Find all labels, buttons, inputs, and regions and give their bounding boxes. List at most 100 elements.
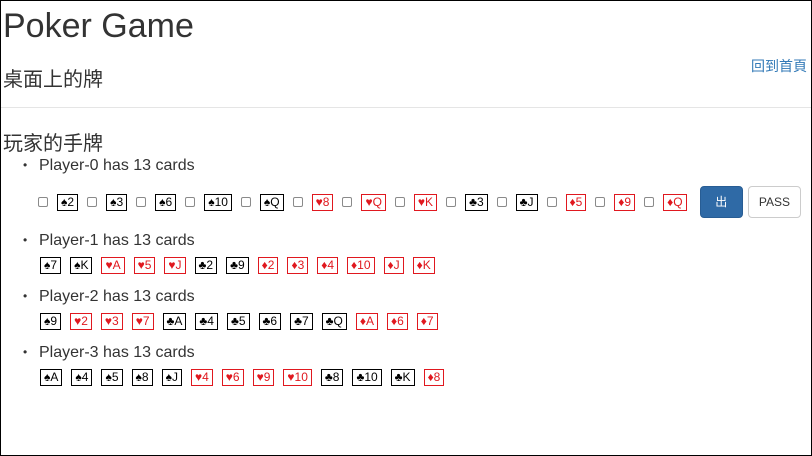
playing-card: ♣2 bbox=[194, 257, 218, 274]
playing-card: ♠K bbox=[70, 257, 93, 274]
player-hand: ♠2 ♠3 ♠6 ♠10 ♠Q ♥8 ♥Q ♥K ♣3 ♣J ♦5 ♦9 ♦Q 出牌 PASS bbox=[38, 186, 801, 239]
playing-card[interactable]: ♦5 bbox=[565, 193, 587, 211]
card-slot: ♣A bbox=[162, 313, 196, 330]
playing-card: ♠5 bbox=[101, 369, 123, 386]
card-slot: ♣7 bbox=[290, 313, 322, 330]
card-slot: ♠J bbox=[161, 369, 191, 386]
card-checkbox[interactable] bbox=[342, 197, 353, 207]
playing-card: ♦J bbox=[383, 257, 404, 274]
card-slot: ♣J bbox=[496, 193, 547, 211]
card-checkbox[interactable] bbox=[496, 197, 507, 207]
player-item: Player-1 has 13 cards ♠7 ♠K ♥A ♥5 ♥J ♣2 ♣9 ♦2 ♦3… bbox=[21, 230, 801, 274]
card-slot: ♠Q bbox=[240, 193, 293, 211]
card-slot: ♦K bbox=[412, 257, 444, 274]
card-slot: ♠9 bbox=[40, 313, 70, 330]
card-slot: ♠8 bbox=[131, 369, 162, 386]
card-checkbox[interactable] bbox=[87, 197, 98, 207]
card-slot: ♣4 bbox=[195, 313, 227, 330]
card-checkbox[interactable] bbox=[595, 197, 606, 207]
playing-card: ♣K bbox=[390, 369, 415, 386]
card-checkbox[interactable] bbox=[240, 197, 251, 207]
playing-card[interactable]: ♣3 bbox=[465, 193, 488, 211]
playing-card: ♣Q bbox=[321, 313, 347, 330]
playing-card[interactable]: ♦Q bbox=[663, 193, 687, 211]
player-hands-heading: 玩家的手牌 bbox=[3, 133, 103, 155]
playing-card[interactable]: ♠10 bbox=[204, 193, 232, 211]
player-item: Player-2 has 13 cards ♠9 ♥2 ♥3 ♥7 ♣A ♣4 ♣5 ♣6 ♣7… bbox=[21, 286, 801, 330]
playing-card[interactable]: ♠6 bbox=[155, 193, 177, 211]
card-slot: ♠7 bbox=[40, 257, 70, 274]
card-slot: ♦10 bbox=[347, 257, 383, 274]
player-name: Player-1 has 13 cards bbox=[39, 232, 195, 249]
playing-card: ♣5 bbox=[226, 313, 250, 330]
playing-card: ♦8 bbox=[423, 369, 445, 386]
playing-card[interactable]: ♠3 bbox=[106, 193, 128, 211]
playing-card: ♥10 bbox=[283, 369, 312, 386]
card-slot: ♦5 bbox=[546, 193, 596, 211]
playing-card: ♦7 bbox=[416, 313, 438, 330]
playing-card: ♥5 bbox=[133, 257, 156, 274]
player-hand: ♠A ♠4 ♠5 ♠8 ♠J ♥4 ♥6 ♥9 ♥10 ♣8 ♣10 ♣K ♦8 bbox=[40, 369, 801, 386]
playing-card: ♦2 bbox=[257, 257, 279, 274]
card-slot: ♣Q bbox=[321, 313, 356, 330]
card-slot: ♦Q bbox=[644, 193, 695, 211]
playing-card[interactable]: ♠Q bbox=[259, 193, 284, 211]
card-slot: ♥K bbox=[394, 193, 446, 211]
card-checkbox[interactable] bbox=[136, 197, 147, 207]
playing-card: ♥7 bbox=[131, 313, 154, 330]
card-slot: ♥2 bbox=[70, 313, 101, 330]
card-slot: ♥3 bbox=[100, 313, 132, 330]
card-slot: ♣2 bbox=[194, 257, 227, 274]
playing-card: ♣6 bbox=[258, 313, 282, 330]
card-slot: ♣10 bbox=[352, 369, 390, 386]
playing-card: ♥J bbox=[164, 257, 186, 274]
playing-card: ♦6 bbox=[387, 313, 408, 330]
card-checkbox[interactable] bbox=[644, 197, 655, 207]
playing-card: ♣4 bbox=[195, 313, 218, 330]
table-cards-heading: 桌面上的牌 bbox=[3, 69, 103, 91]
card-checkbox[interactable] bbox=[38, 197, 48, 207]
card-checkbox[interactable] bbox=[446, 197, 457, 207]
card-slot: ♣6 bbox=[258, 313, 291, 330]
playing-card[interactable]: ♦9 bbox=[614, 193, 636, 211]
playing-card[interactable]: ♥Q bbox=[361, 193, 386, 211]
playing-card: ♣9 bbox=[226, 257, 249, 274]
playing-card: ♣A bbox=[162, 313, 187, 330]
card-slot: ♠A bbox=[40, 369, 71, 386]
card-checkbox[interactable] bbox=[394, 197, 405, 207]
player-name: Player-0 has 13 cards bbox=[39, 157, 195, 174]
playing-card: ♥6 bbox=[221, 369, 244, 386]
card-slot: ♦6 bbox=[387, 313, 417, 330]
card-slot: ♥4 bbox=[190, 369, 222, 386]
card-checkbox[interactable] bbox=[292, 197, 303, 207]
card-checkbox[interactable] bbox=[546, 197, 557, 207]
playing-card[interactable]: ♥8 bbox=[311, 193, 334, 211]
playing-card: ♣10 bbox=[352, 369, 382, 386]
playing-card[interactable]: ♠2 bbox=[57, 193, 79, 211]
card-checkbox[interactable] bbox=[185, 197, 196, 207]
player-name: Player-2 has 13 cards bbox=[39, 288, 195, 305]
playing-card[interactable]: ♥K bbox=[413, 193, 438, 211]
play-cards-button[interactable]: 出牌 bbox=[699, 186, 743, 239]
home-link[interactable]: 回到首頁 bbox=[751, 56, 807, 76]
card-slot: ♣K bbox=[390, 369, 424, 386]
card-slot: ♥6 bbox=[221, 369, 253, 386]
playing-card: ♣7 bbox=[290, 313, 313, 330]
card-slot: ♣3 bbox=[446, 193, 497, 211]
card-slot: ♥7 bbox=[131, 313, 163, 330]
playing-card: ♥3 bbox=[100, 313, 123, 330]
playing-card: ♦4 bbox=[317, 257, 339, 274]
playing-card: ♠J bbox=[161, 369, 182, 386]
card-slot: ♦4 bbox=[317, 257, 347, 274]
player-hand: ♠7 ♠K ♥A ♥5 ♥J ♣2 ♣9 ♦2 ♦3 ♦4 ♦10 ♦J ♦K bbox=[40, 257, 801, 274]
page-title: Poker Game bbox=[3, 7, 194, 45]
card-slot: ♠4 bbox=[71, 369, 101, 386]
card-slot: ♠3 bbox=[87, 193, 136, 211]
playing-card[interactable]: ♣J bbox=[515, 193, 538, 211]
card-slot: ♦9 bbox=[595, 193, 644, 211]
playing-card: ♥9 bbox=[252, 369, 275, 386]
card-slot: ♦7 bbox=[416, 313, 447, 330]
playing-card: ♦A bbox=[355, 313, 378, 330]
playing-card: ♦3 bbox=[287, 257, 309, 274]
pass-button[interactable]: PASS bbox=[747, 186, 801, 218]
